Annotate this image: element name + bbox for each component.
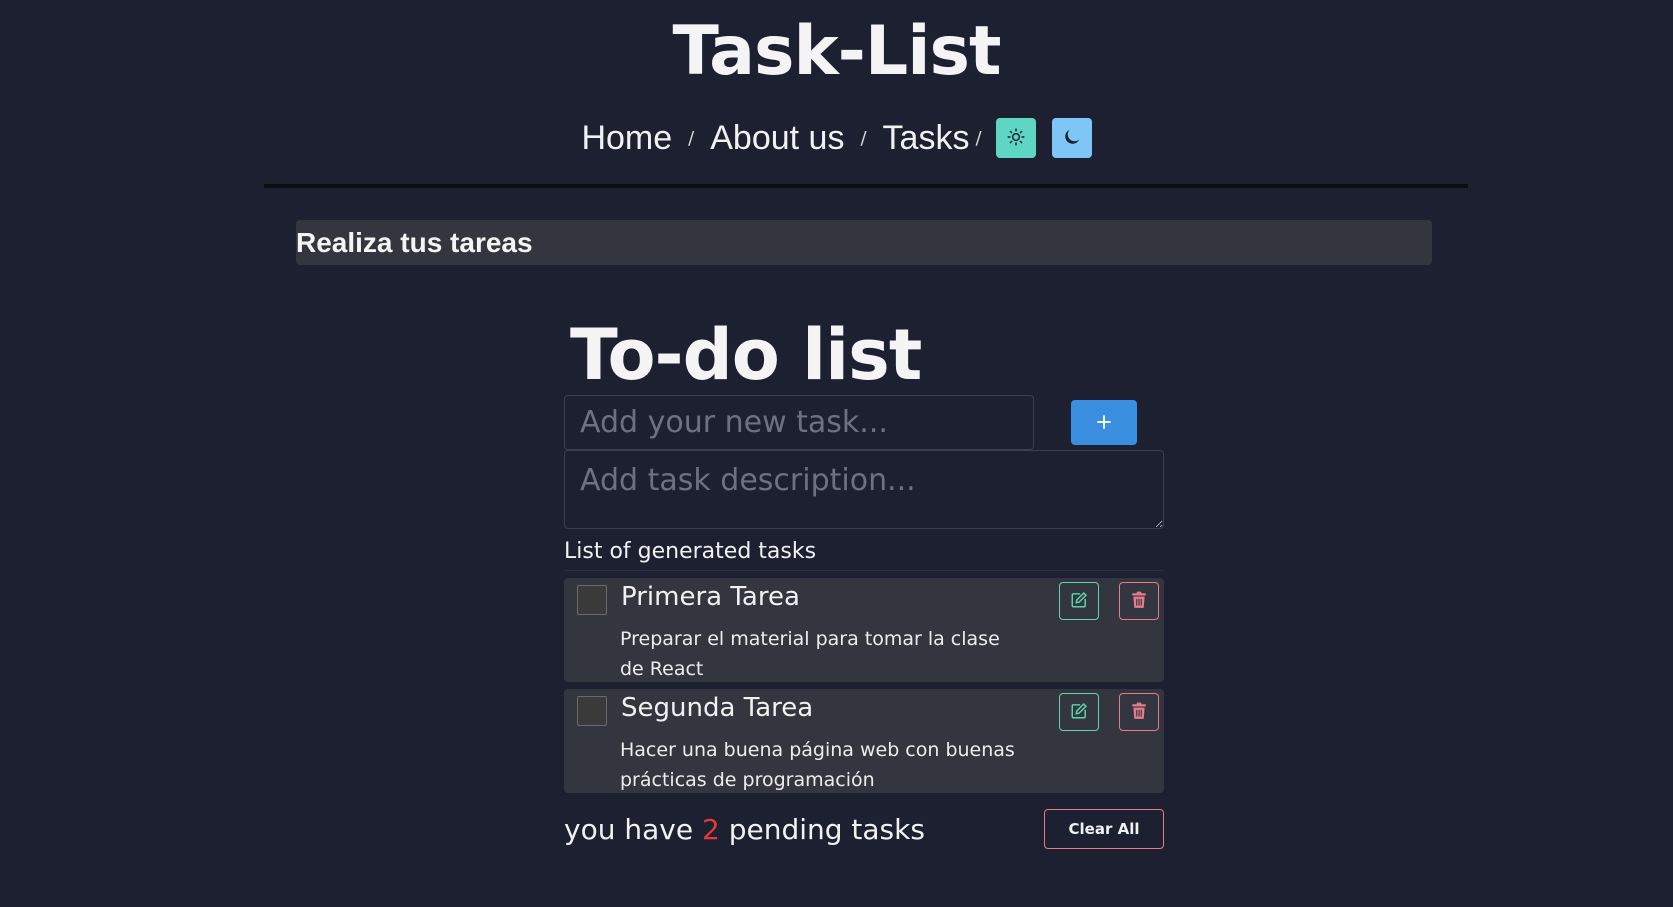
todo-footer: you have 2 pending tasks Clear All — [564, 809, 1164, 849]
task-list-heading: List of generated tasks — [564, 537, 1164, 571]
main-nav: Home / About us / Tasks / — [0, 118, 1673, 158]
delete-task-button[interactable] — [1119, 693, 1159, 731]
pending-tasks-text: you have 2 pending tasks — [564, 813, 925, 846]
task-name: Primera Tarea — [621, 582, 800, 612]
plus-icon — [1095, 405, 1113, 439]
trash-icon — [1131, 591, 1147, 612]
app-title: Task-List — [672, 12, 1001, 91]
edit-icon — [1070, 702, 1088, 723]
banner: Realiza tus tareas — [296, 220, 1432, 265]
task-description: Hacer una buena página web con buenas pr… — [620, 739, 1015, 791]
nav-home-link[interactable]: Home — [581, 119, 672, 158]
nav-about-link[interactable]: About us — [710, 119, 844, 158]
dark-theme-button[interactable] — [1051, 118, 1092, 158]
pending-suffix: pending tasks — [728, 812, 925, 846]
edit-task-button[interactable] — [1059, 693, 1099, 731]
delete-task-button[interactable] — [1119, 582, 1159, 620]
task-name-input[interactable] — [564, 394, 1034, 450]
clear-all-button[interactable]: Clear All — [1044, 809, 1164, 849]
task-description: Preparar el material para tomar la clase… — [620, 628, 1000, 680]
pending-count: 2 — [701, 812, 720, 846]
task-description-input[interactable] — [564, 450, 1164, 529]
add-task-row — [564, 394, 1164, 450]
moon-icon — [1063, 128, 1081, 149]
nav-separator: / — [860, 127, 867, 149]
edit-task-button[interactable] — [1059, 582, 1099, 620]
task-item: Segunda Tarea Hacer una buena página web… — [564, 689, 1164, 793]
nav-separator: / — [688, 127, 695, 149]
task-name: Segunda Tarea — [621, 693, 814, 723]
light-theme-button[interactable] — [995, 118, 1036, 158]
header-divider — [264, 184, 1468, 188]
trash-icon — [1131, 702, 1147, 723]
sun-icon — [1006, 127, 1025, 149]
nav-tasks-link[interactable]: Tasks — [883, 119, 970, 158]
nav-separator: / — [975, 127, 982, 149]
todo-title: To-do list — [570, 314, 922, 396]
task-complete-checkbox[interactable] — [577, 585, 607, 615]
task-complete-checkbox[interactable] — [577, 696, 607, 726]
edit-icon — [1070, 591, 1088, 612]
add-task-button[interactable] — [1071, 399, 1137, 445]
todo-section: To-do list List of generated tasks Prime… — [564, 316, 1164, 849]
pending-prefix: you have — [564, 812, 694, 846]
task-item: Primera Tarea Preparar el material para … — [564, 578, 1164, 682]
